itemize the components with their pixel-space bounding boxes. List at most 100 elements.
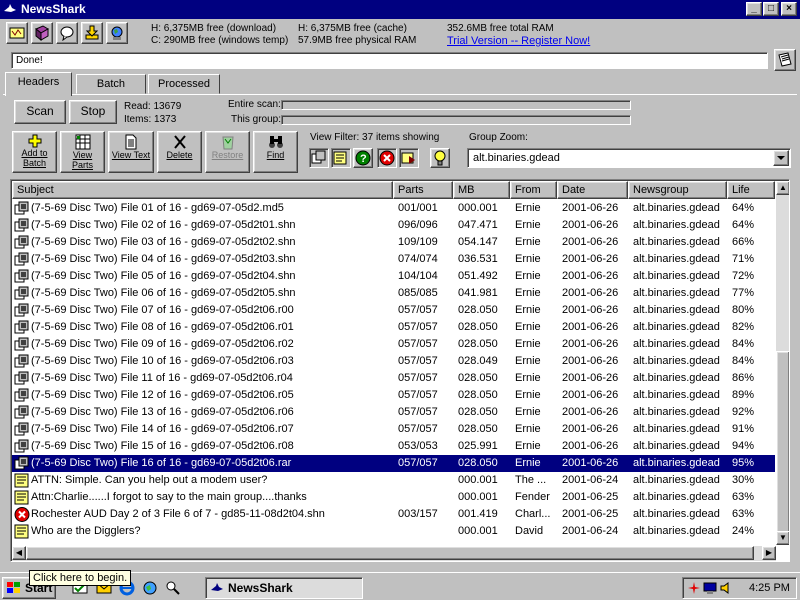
table-row[interactable]: Who are the Digglers? 000.001 David 2001-06… — [12, 523, 775, 540]
lightbulb-icon[interactable] — [430, 148, 450, 168]
cell-parts: 003/157 — [398, 508, 438, 520]
cell-date: 2001-06-26 — [562, 304, 619, 316]
cell-parts: 057/057 — [398, 389, 438, 401]
scroll-down-icon[interactable]: ▼ — [776, 531, 789, 545]
filter-complete-icon[interactable]: ? — [353, 148, 373, 168]
multipart-file-icon — [14, 235, 30, 250]
taskbar-newsshark-button[interactable]: NewsShark — [205, 577, 363, 599]
preferences-icon[interactable] — [6, 22, 28, 44]
download-icon[interactable] — [81, 22, 103, 44]
table-row[interactable]: (7-5-69 Disc Two) File 01 of 16 - gd69-0… — [12, 200, 775, 217]
group-zoom-select[interactable]: alt.binaries.gdead — [467, 148, 791, 168]
table-row[interactable]: (7-5-69 Disc Two) File 08 of 16 - gd69-0… — [12, 319, 775, 336]
table-row[interactable]: (7-5-69 Disc Two) File 07 of 16 - gd69-0… — [12, 302, 775, 319]
entire-scan-label: Entire scan: — [228, 99, 281, 110]
scroll-right-icon[interactable]: ▶ — [762, 546, 776, 560]
column-header-date[interactable]: Date — [557, 181, 628, 199]
cell-date: 2001-06-24 — [562, 525, 619, 537]
horizontal-scroll-thumb[interactable] — [26, 546, 754, 560]
view-parts-label-2: Parts — [71, 160, 93, 170]
cell-date: 2001-06-26 — [562, 440, 619, 452]
disk-info: H: 6,375MB free (download) C: 290MB free… — [151, 23, 288, 47]
table-row[interactable]: Attn:Charlie......I forgot to say to the… — [12, 489, 775, 506]
cell-from: Ernie — [515, 321, 541, 333]
minimize-button[interactable]: _ — [746, 2, 762, 16]
table-row[interactable]: (7-5-69 Disc Two) File 11 of 16 - gd69-0… — [12, 370, 775, 387]
vertical-scrollbar[interactable]: ▲ ▼ — [776, 181, 789, 545]
cell-subject: (7-5-69 Disc Two) File 03 of 16 - gd69-0… — [31, 236, 296, 248]
scroll-up-icon[interactable]: ▲ — [776, 181, 789, 195]
add-icon — [28, 134, 41, 148]
text-message-icon — [14, 473, 30, 488]
maximize-button[interactable]: □ — [763, 2, 779, 16]
filter-multipart-icon[interactable] — [309, 148, 329, 168]
column-header-newsgroup[interactable]: Newsgroup — [628, 181, 727, 199]
quicklaunch-search-icon[interactable] — [165, 580, 181, 596]
table-row[interactable]: (7-5-69 Disc Two) File 06 of 16 - gd69-0… — [12, 285, 775, 302]
add-to-batch-button[interactable]: Add to Batch — [12, 131, 57, 173]
table-row[interactable]: (7-5-69 Disc Two) File 05 of 16 - gd69-0… — [12, 268, 775, 285]
quicklaunch-globe-icon[interactable] — [142, 580, 158, 596]
column-header-subject[interactable]: Subject — [12, 181, 393, 199]
register-link[interactable]: Trial Version -- Register Now! — [447, 35, 590, 47]
chat-icon[interactable] — [56, 22, 78, 44]
table-row[interactable]: (7-5-69 Disc Two) File 13 of 16 - gd69-0… — [12, 404, 775, 421]
globe-icon[interactable] — [106, 22, 128, 44]
scroll-left-icon[interactable]: ◀ — [12, 546, 26, 560]
cell-subject: (7-5-69 Disc Two) File 09 of 16 - gd69-0… — [31, 338, 294, 350]
filter-download-icon[interactable] — [399, 148, 419, 168]
view-text-button[interactable]: View Text — [108, 131, 154, 173]
find-button[interactable]: Find — [253, 131, 298, 173]
multipart-file-icon — [14, 354, 30, 369]
cell-group: alt.binaries.gdead — [633, 236, 720, 248]
cell-life: 77% — [732, 287, 755, 299]
table-row[interactable]: (7-5-69 Disc Two) File 09 of 16 - gd69-0… — [12, 336, 775, 353]
table-row[interactable]: (7-5-69 Disc Two) File 12 of 16 - gd69-0… — [12, 387, 775, 404]
tab-processed[interactable]: Processed — [148, 74, 220, 94]
horizontal-scrollbar[interactable]: ◀ ▶ — [12, 546, 776, 561]
cell-subject: (7-5-69 Disc Two) File 12 of 16 - gd69-0… — [31, 389, 294, 401]
table-row[interactable]: Rochester AUD Day 2 of 3 File 6 of 7 - g… — [12, 506, 775, 523]
cell-subject: (7-5-69 Disc Two) File 07 of 16 - gd69-0… — [31, 304, 294, 316]
filter-text-icon[interactable] — [331, 148, 351, 168]
cell-subject: (7-5-69 Disc Two) File 02 of 16 - gd69-0… — [31, 219, 296, 231]
table-row[interactable]: ATTN: Simple. Can you help out a modem u… — [12, 472, 775, 489]
cell-group: alt.binaries.gdead — [633, 406, 720, 418]
cell-mb: 054.147 — [458, 236, 498, 248]
cell-life: 92% — [732, 406, 755, 418]
this-group-progress — [281, 115, 631, 125]
column-header-from[interactable]: From — [510, 181, 557, 199]
chevron-down-icon[interactable] — [773, 150, 789, 166]
physical-ram-text: 57.9MB free physical RAM — [298, 35, 417, 46]
table-row[interactable]: (7-5-69 Disc Two) File 03 of 16 - gd69-0… — [12, 234, 775, 251]
cell-subject: (7-5-69 Disc Two) File 15 of 16 - gd69-0… — [31, 440, 294, 452]
scan-button[interactable]: Scan — [14, 100, 66, 124]
tray-volume-icon[interactable] — [719, 581, 733, 595]
table-row[interactable]: (7-5-69 Disc Two) File 16 of 16 - gd69-0… — [12, 455, 775, 472]
stop-button[interactable]: Stop — [69, 100, 117, 124]
tray-monitor-icon[interactable] — [703, 581, 717, 595]
close-button[interactable]: × — [781, 2, 797, 16]
delete-button[interactable]: Delete — [157, 131, 202, 173]
filter-error-icon[interactable] — [377, 148, 397, 168]
multipart-file-icon — [14, 269, 30, 284]
table-row[interactable]: (7-5-69 Disc Two) File 10 of 16 - gd69-0… — [12, 353, 775, 370]
column-header-parts[interactable]: Parts — [393, 181, 453, 199]
notepad-icon[interactable] — [774, 49, 796, 71]
tray-network-icon[interactable] — [687, 581, 701, 595]
table-row[interactable]: (7-5-69 Disc Two) File 14 of 16 - gd69-0… — [12, 421, 775, 438]
tab-headers[interactable]: Headers — [5, 72, 72, 96]
multipart-file-icon — [14, 320, 30, 335]
tab-batch[interactable]: Batch — [76, 74, 146, 94]
cell-date: 2001-06-24 — [562, 474, 619, 486]
table-row[interactable]: (7-5-69 Disc Two) File 04 of 16 - gd69-0… — [12, 251, 775, 268]
cell-mb: 028.050 — [458, 457, 498, 469]
scroll-thumb[interactable] — [776, 351, 789, 539]
restore-button[interactable]: Restore — [205, 131, 250, 173]
table-row[interactable]: (7-5-69 Disc Two) File 02 of 16 - gd69-0… — [12, 217, 775, 234]
view-parts-button[interactable]: View Parts — [60, 131, 105, 173]
book-icon[interactable] — [31, 22, 53, 44]
table-row[interactable]: (7-5-69 Disc Two) File 15 of 16 - gd69-0… — [12, 438, 775, 455]
column-header-life[interactable]: Life — [727, 181, 775, 199]
column-header-mb[interactable]: MB — [453, 181, 510, 199]
